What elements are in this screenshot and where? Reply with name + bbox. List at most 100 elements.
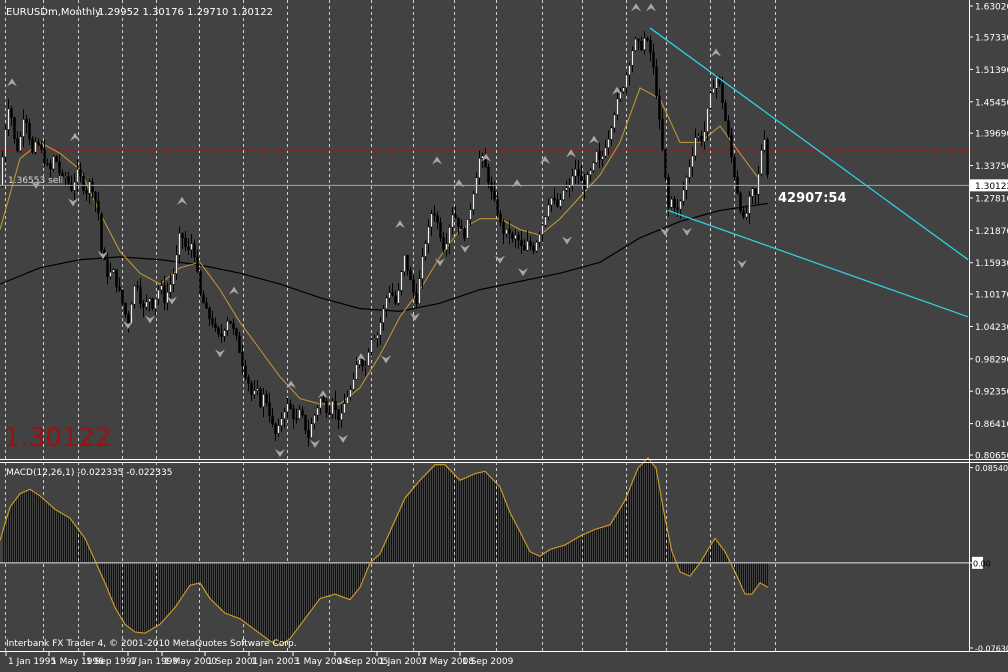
candle-body [403, 254, 406, 272]
candle-body [676, 207, 679, 210]
candle-body [589, 170, 592, 175]
candle-body [370, 339, 373, 353]
price-axis-label: 1.39690 [975, 130, 1008, 140]
candle-body [223, 330, 226, 337]
candle-body [298, 409, 301, 419]
candle-body [694, 137, 697, 157]
candle-body [625, 74, 628, 88]
candle-body [655, 66, 658, 97]
candle-body [379, 322, 382, 336]
candle-body [469, 209, 472, 220]
candle-body [433, 213, 436, 216]
candle-body [55, 156, 58, 163]
candle-body [442, 237, 445, 251]
candle-body [451, 214, 454, 228]
candle-body [496, 199, 499, 215]
candle-body [610, 127, 613, 140]
candle-body [505, 229, 508, 235]
candle-body [712, 88, 715, 94]
candle-body [316, 407, 319, 416]
candle-body [751, 188, 754, 197]
candle-body [22, 119, 25, 137]
candle-body [235, 328, 238, 337]
candle-body [562, 189, 565, 200]
candle-body [706, 107, 709, 132]
candle-body [346, 396, 349, 404]
candle-body [529, 241, 532, 247]
candle-body [490, 182, 493, 192]
candle-body [250, 382, 253, 395]
candle-body [265, 394, 268, 404]
candle-body [52, 156, 55, 170]
price-axis-label: 1.04230 [975, 323, 1008, 333]
candle-body [508, 229, 511, 234]
ohlc-label: 1.29952 1.30176 1.29710 1.30122 [98, 7, 273, 18]
candle-body [535, 241, 538, 252]
candle-body [409, 270, 412, 281]
candle-body [211, 318, 214, 325]
candle-body [118, 286, 121, 291]
candle-body [487, 166, 490, 184]
candle-body [517, 234, 520, 241]
candle-body [670, 198, 673, 208]
candle-body [400, 271, 403, 291]
candle-body [394, 295, 397, 304]
candle-body [37, 141, 40, 146]
price-axis-label: 1.57330 [975, 34, 1008, 44]
candle-body [565, 187, 568, 191]
chart-canvas[interactable]: 1.63020 1.57330 1.51390 1.45450 1.39690 1.337… [0, 0, 1008, 668]
candle-body [373, 338, 376, 340]
candle-body [244, 365, 247, 378]
candle-body [313, 414, 316, 424]
candle-body [31, 138, 34, 153]
candle-body [457, 217, 460, 227]
candle-body [4, 129, 7, 158]
candle-body [142, 303, 145, 308]
sell-line-label: 1.36553 sell [8, 176, 63, 186]
candle-body [691, 155, 694, 168]
candle-body [628, 64, 631, 76]
candle-body [301, 409, 304, 416]
candle-body [541, 224, 544, 235]
candle-body [616, 98, 619, 116]
candle-body [595, 151, 598, 164]
candle-body [286, 403, 289, 413]
macd-indicator-label: MACD(12,26,1) -0.022335 -0.022335 [6, 468, 172, 478]
candle-body [259, 388, 262, 407]
candle-body [82, 175, 85, 191]
macd-axis-label: 0.00 [973, 559, 991, 568]
candle-body [613, 114, 616, 129]
price-axis-label: 0.98290 [975, 355, 1008, 365]
candle-body [319, 397, 322, 409]
candle-body [673, 198, 676, 208]
candle-body [310, 423, 313, 438]
candle-body [421, 256, 424, 279]
candle-body [67, 176, 70, 184]
candle-body [532, 245, 535, 252]
candle-body [745, 213, 748, 218]
candle-body [418, 278, 421, 304]
candle-body [133, 285, 136, 305]
candle-body [364, 365, 367, 367]
candle-body [406, 254, 409, 271]
candle-body [106, 259, 109, 278]
current-price-big: 1.30122 [4, 423, 112, 453]
candle-body [646, 38, 649, 41]
candle-body [289, 403, 292, 410]
candle-body [748, 196, 751, 214]
price-axis-label: 1.51390 [975, 66, 1008, 76]
candle-body [7, 108, 10, 130]
price-axis-label: 1.33750 [975, 162, 1008, 172]
candle-body [760, 149, 763, 175]
candle-body [178, 232, 181, 256]
candle-body [472, 193, 475, 210]
candle-body [169, 284, 172, 293]
candle-body [247, 376, 250, 384]
candle-body [283, 411, 286, 419]
candle-body [109, 271, 112, 278]
candle-body [481, 155, 484, 159]
price-axis-label: 0.86410 [975, 420, 1008, 430]
candle-body [358, 359, 361, 365]
candle-body [121, 289, 124, 304]
candle-body [556, 199, 559, 207]
